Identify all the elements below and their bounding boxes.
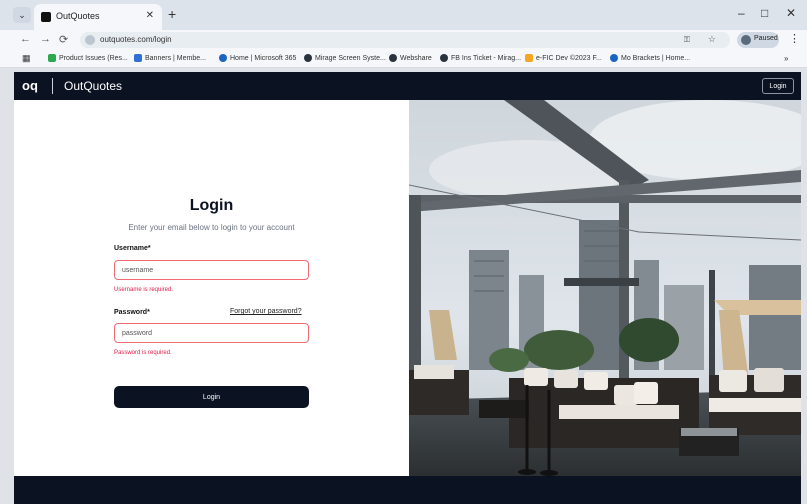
- key-icon[interactable]: ⚿: [684, 35, 690, 45]
- header-login-button[interactable]: Login: [762, 78, 794, 94]
- tab-strip: ⌄ OutQuotes ✕ + – □ ✕: [0, 0, 807, 30]
- brand-name[interactable]: OutQuotes: [64, 79, 122, 93]
- rooftop-lounge-photo: [409, 100, 801, 476]
- rooftop-lounge-illustration: [409, 100, 801, 476]
- bookmark-icon: [525, 54, 533, 62]
- url-text: outquotes.com/login: [100, 35, 172, 44]
- password-placeholder: password: [122, 330, 152, 337]
- bookmark-4[interactable]: Webshare: [389, 54, 432, 64]
- app-header: oq OutQuotes Login: [14, 72, 801, 100]
- address-row: ← → ⟳ outquotes.com/login ⚿ ☆ Paused ⋮: [0, 30, 807, 50]
- tab-search-button[interactable]: ⌄: [13, 7, 31, 23]
- browser-window: ⌄ OutQuotes ✕ + – □ ✕ ← → ⟳ outquotes.co…: [0, 0, 807, 504]
- back-icon[interactable]: ←: [20, 33, 31, 45]
- bookmark-icon: [440, 54, 448, 62]
- tab-title: OutQuotes: [56, 11, 100, 21]
- site-info-icon[interactable]: [85, 35, 95, 45]
- bookmark-7[interactable]: Mo Brackets | Home...: [610, 54, 690, 64]
- bookmark-5[interactable]: FB Ins Ticket - Mirag...: [440, 54, 521, 64]
- apps-grid-icon[interactable]: ▦: [22, 53, 31, 63]
- page-title: Login: [189, 197, 234, 214]
- password-input[interactable]: password: [114, 323, 309, 343]
- login-panel: Login Enter your email below to login to…: [14, 100, 409, 476]
- password-error: Password is required.: [114, 350, 172, 356]
- profile-button[interactable]: Paused: [737, 32, 779, 48]
- bookmark-1[interactable]: Banners | Membe...: [134, 54, 206, 64]
- bookmark-0[interactable]: Product Issues (Res...: [48, 54, 128, 64]
- bookmark-icon: [610, 54, 618, 62]
- forward-icon[interactable]: →: [40, 33, 51, 45]
- new-tab-button[interactable]: +: [168, 6, 176, 22]
- page-subtitle: Enter your email below to login to your …: [128, 223, 295, 232]
- close-tab-icon[interactable]: ✕: [146, 10, 154, 21]
- app-footer: [14, 476, 801, 504]
- bookmarks-bar: ▦ Product Issues (Res... Banners | Membe…: [0, 50, 807, 68]
- star-icon[interactable]: ☆: [708, 34, 716, 45]
- close-window-button[interactable]: ✕: [786, 6, 796, 20]
- app-logo[interactable]: oq: [22, 78, 38, 93]
- bookmark-icon: [304, 54, 312, 62]
- logo-divider: [52, 78, 53, 94]
- bookmark-icon: [219, 54, 227, 62]
- password-label: Password*: [114, 309, 150, 316]
- address-bar[interactable]: outquotes.com/login ⚿ ☆: [80, 32, 730, 48]
- main-content: Login Enter your email below to login to…: [14, 100, 801, 476]
- avatar: [741, 35, 751, 45]
- maximize-button[interactable]: □: [761, 6, 768, 20]
- bookmark-6[interactable]: e-FIC Dev ©2023 F...: [525, 54, 602, 64]
- reload-icon[interactable]: ⟳: [59, 33, 68, 46]
- forgot-password-link[interactable]: Forgot your password?: [230, 308, 302, 315]
- bookmark-icon: [48, 54, 56, 62]
- minimize-button[interactable]: –: [738, 6, 745, 20]
- kebab-menu-icon[interactable]: ⋮: [789, 32, 800, 45]
- tab-outquotes[interactable]: OutQuotes ✕: [34, 4, 162, 30]
- login-submit-button[interactable]: Login: [114, 386, 309, 408]
- username-error: Username is required.: [114, 287, 174, 293]
- bookmark-3[interactable]: Mirage Screen Syste...: [304, 54, 386, 64]
- outquotes-favicon: [41, 12, 51, 22]
- username-label: Username*: [114, 245, 151, 252]
- username-placeholder: username: [122, 267, 154, 274]
- bookmark-icon: [389, 54, 397, 62]
- bookmark-2[interactable]: Home | Microsoft 365: [219, 54, 296, 64]
- username-input[interactable]: username: [114, 260, 309, 280]
- profile-name: Paused: [754, 35, 778, 42]
- bookmark-icon: [134, 54, 142, 62]
- bookmarks-overflow-icon[interactable]: »: [784, 54, 788, 64]
